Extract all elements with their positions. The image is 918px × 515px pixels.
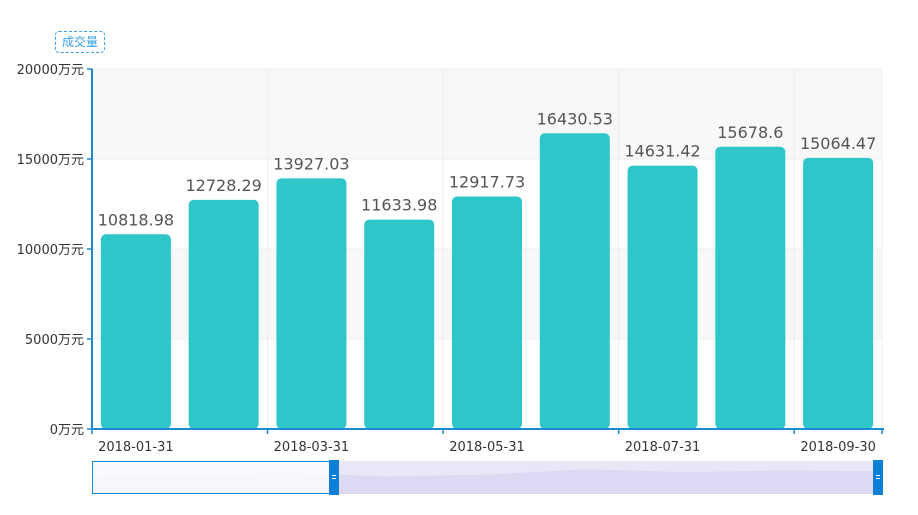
- bar[interactable]: [715, 146, 786, 429]
- data-label: 15064.47: [800, 134, 876, 153]
- chart-container: 成交量 10818.98 12728.29 13927.03 11633.98 1291…: [0, 0, 918, 511]
- data-label: 13927.03: [273, 154, 349, 173]
- bar[interactable]: [188, 199, 259, 429]
- data-label: 11633.98: [361, 196, 437, 215]
- data-label: 16430.53: [537, 109, 613, 128]
- bar[interactable]: [627, 165, 698, 429]
- legend-label: 成交量: [62, 35, 99, 49]
- bar[interactable]: [539, 133, 610, 429]
- bar-chart: 10818.98 12728.29 13927.03 11633.98 12917.73…: [17, 63, 884, 495]
- x-tick-label: 2018-07-31: [625, 440, 701, 455]
- y-tick-label: 15000万元: [17, 153, 84, 168]
- data-label: 10818.98: [98, 210, 174, 229]
- x-tick-label: 2018-05-31: [449, 440, 525, 455]
- zoom-handle-right[interactable]: [873, 460, 883, 495]
- zoom-mask: [92, 461, 334, 494]
- y-tick-label: 0万元: [50, 423, 84, 438]
- bar[interactable]: [100, 234, 171, 429]
- x-tick-label: 2018-03-31: [274, 440, 350, 455]
- bar[interactable]: [364, 219, 435, 429]
- y-tick-label: 5000万元: [25, 333, 84, 348]
- bar[interactable]: [803, 157, 874, 429]
- data-label: 14631.42: [624, 142, 700, 161]
- y-tick-label: 10000万元: [17, 243, 84, 258]
- bar[interactable]: [276, 178, 347, 429]
- legend-item-volume[interactable]: 成交量: [55, 31, 106, 53]
- data-label: 12728.29: [185, 176, 261, 195]
- bar[interactable]: [452, 196, 522, 429]
- x-tick-label: 2018-09-30: [800, 440, 876, 455]
- y-tick-label: 20000万元: [17, 63, 84, 78]
- data-label: 15678.6: [717, 123, 783, 142]
- x-tick-label: 2018-01-31: [98, 440, 174, 455]
- zoom-handle-left[interactable]: [329, 460, 339, 495]
- data-label: 12917.73: [449, 172, 525, 191]
- grid-band: [92, 69, 882, 159]
